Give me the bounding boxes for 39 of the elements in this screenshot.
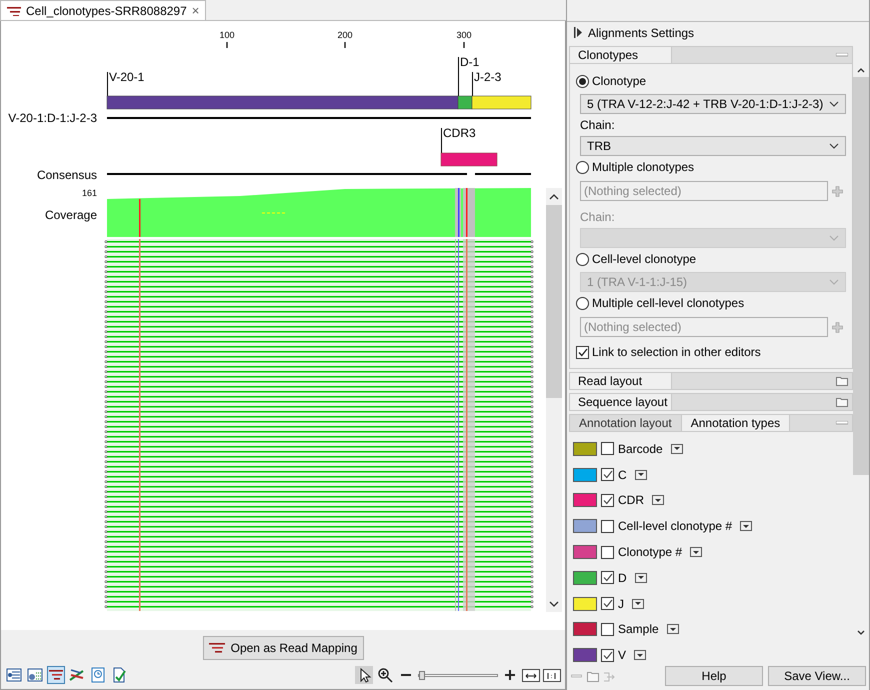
radio-option[interactable]: Multiple cell-level clonotypes	[576, 292, 848, 314]
section-tab[interactable]: Read layout	[570, 373, 672, 389]
track-label: Consensus	[36, 168, 97, 182]
section-tab[interactable]: Clonotypes	[570, 47, 672, 63]
annotation-type-label: D	[618, 570, 627, 585]
ruler-label: 200	[337, 30, 353, 40]
radio-option[interactable]: Cell-level clonotype	[576, 248, 848, 270]
section-tab[interactable]: Sequence layout	[570, 394, 672, 410]
open-read-mapping-button[interactable]: Open as Read Mapping	[202, 636, 364, 660]
checkbox-option[interactable]: Link to selection in other editors	[576, 342, 848, 362]
annotation-type-label: V	[618, 648, 626, 662]
segment-label: D-1	[460, 55, 480, 69]
coverage-max-label: 161	[82, 188, 97, 198]
annotation-type-label: J	[618, 596, 624, 611]
field-label: Chain:	[580, 210, 616, 226]
annotation-type-label: Barcode	[618, 442, 663, 456]
track-label: V-20-1:D-1:J-2-3	[8, 111, 97, 125]
ruler-label: 300	[456, 30, 472, 40]
track-label: Coverage	[44, 208, 97, 222]
save-view-button[interactable]: Save View...	[768, 666, 866, 686]
panel-tab[interactable]: Annotation types	[682, 415, 790, 431]
segment-label: V-20-1	[109, 70, 144, 84]
panel-title: Alignments Settings	[588, 26, 694, 40]
annotation-type-label: C	[618, 468, 627, 482]
help-button[interactable]: Help	[665, 666, 763, 686]
dropdown[interactable]: TRB	[580, 136, 846, 156]
radio-option[interactable]: Multiple clonotypes	[576, 156, 848, 178]
field-label: Chain:	[580, 118, 616, 134]
radio-option[interactable]: Clonotype	[576, 70, 848, 92]
annotation-type-label: Sample	[618, 622, 659, 636]
annotation-type-label: Cell-level clonotype #	[618, 519, 732, 534]
dropdown[interactable]: 5 (TRA V-12-2:J-42 + TRB V-20-1:D-1:J-2-3)	[580, 94, 846, 114]
editor-tab[interactable]: Cell_clonotypes-SRR8088297 ×	[0, 0, 206, 20]
close-button[interactable]: ×	[192, 3, 200, 18]
annotation-type-label: Clonotype #	[618, 545, 682, 560]
segment-label: J-2-3	[474, 70, 502, 84]
annotation-type-label: CDR	[618, 493, 644, 508]
ruler-label: 100	[219, 30, 235, 40]
region-label: CDR3	[443, 126, 476, 140]
